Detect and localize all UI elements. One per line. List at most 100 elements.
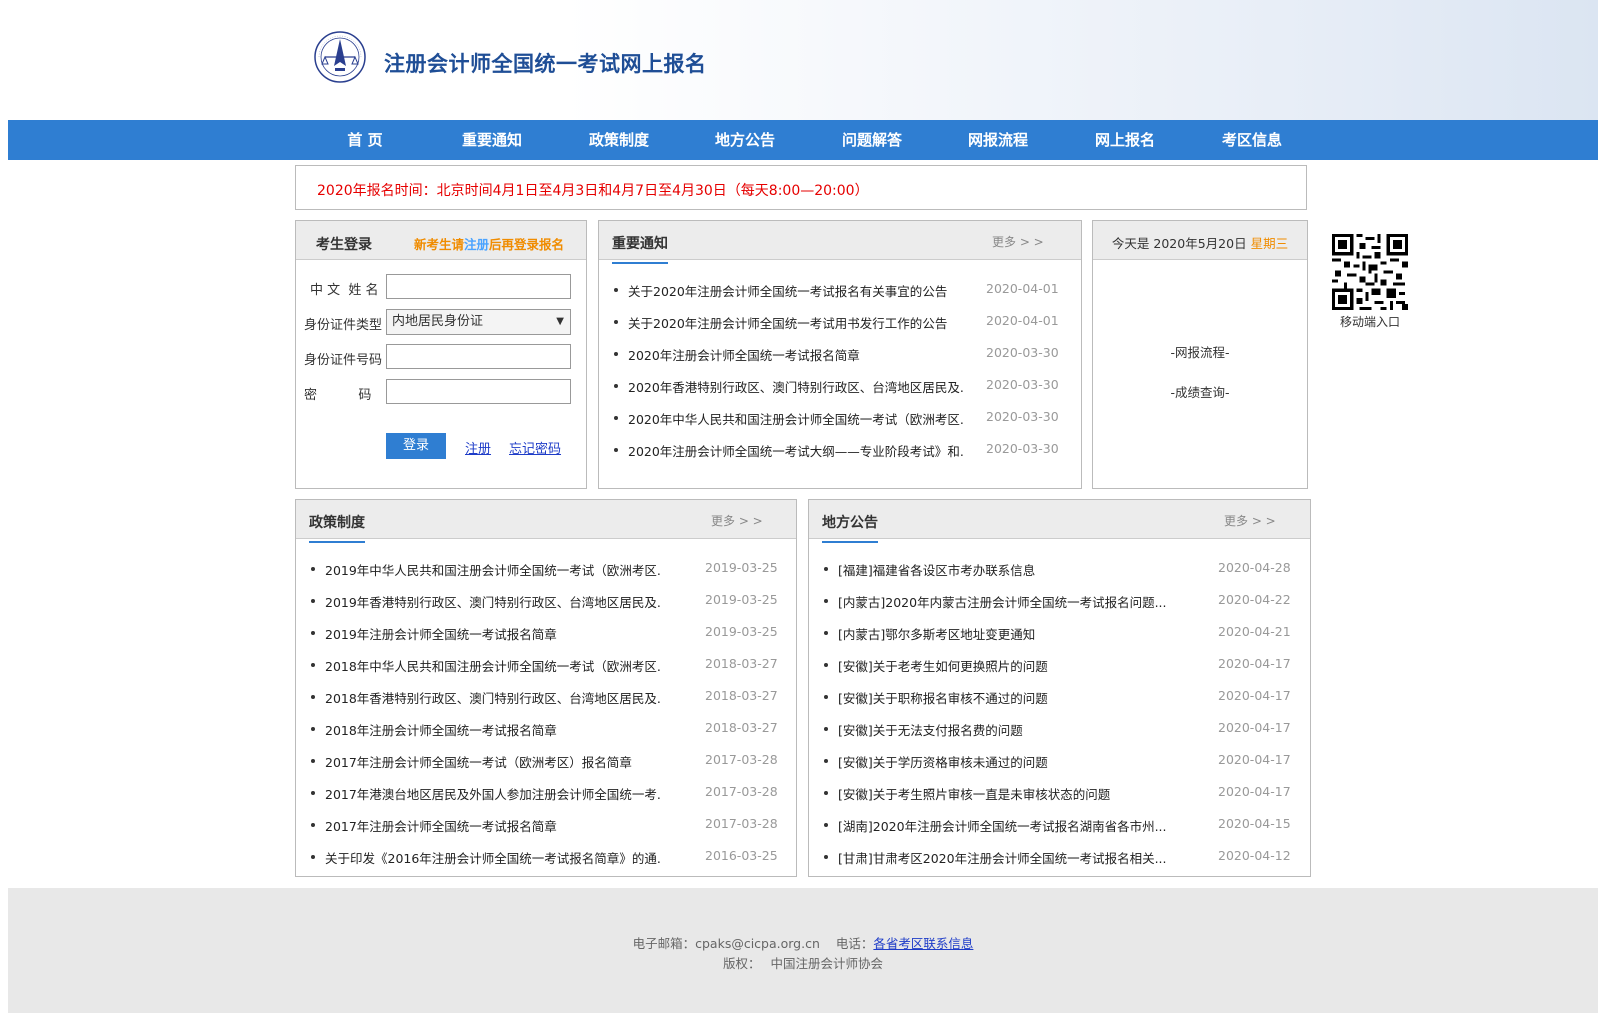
login-button[interactable]: 登录 — [386, 433, 446, 459]
login-panel: 考生登录 新考生请注册后再登录报名 中 文 姓 名 身份证件类型 内地居民身份证… — [295, 220, 587, 489]
bullet-icon — [614, 320, 618, 324]
important-notice-header: 重要通知 更多 > > — [599, 221, 1081, 264]
list-item-date: 2020-03-30 — [986, 409, 1059, 424]
local-notice-title: 地方公告 — [822, 512, 878, 543]
policy-panel: 政策制度 更多 > > 2019年中华人民共和国注册会计师全国统一考试（欧洲考区… — [295, 499, 797, 877]
bullet-icon — [824, 759, 828, 763]
nav-exam-area[interactable]: 考区信息 — [1192, 120, 1312, 160]
list-item[interactable]: 关于2020年注册会计师全国统一考试用书发行工作的公告 2020-04-01 — [599, 313, 1081, 333]
score-query-link[interactable]: -成绩查询- — [1093, 382, 1307, 401]
list-item-title[interactable]: 关于2020年注册会计师全国统一考试用书发行工作的公告 — [628, 313, 964, 332]
list-item[interactable]: 2019年注册会计师全国统一考试报名简章 2019-03-25 — [296, 624, 796, 644]
register-link[interactable]: 注册 — [465, 438, 491, 457]
bullet-icon — [311, 631, 315, 635]
list-item[interactable]: 2018年香港特别行政区、澳门特别行政区、台湾地区居民及... 2018-03-2… — [296, 688, 796, 708]
list-item-title[interactable]: 2019年香港特别行政区、澳门特别行政区、台湾地区居民及... — [325, 592, 661, 611]
list-item-title[interactable]: 2018年注册会计师全国统一考试报名简章 — [325, 720, 661, 739]
password-input[interactable] — [386, 379, 571, 404]
list-item[interactable]: 关于印发《2016年注册会计师全国统一考试报名简章》的通... 2016-03-2… — [296, 848, 796, 868]
nav-policy[interactable]: 政策制度 — [559, 120, 679, 160]
list-item[interactable]: [安徽]关于考生照片审核一直是未审核状态的问题 2020-04-17 — [809, 784, 1310, 804]
list-item-date: 2020-04-01 — [986, 313, 1059, 328]
list-item-title[interactable]: 2020年注册会计师全国统一考试报名简章 — [628, 345, 964, 364]
list-item-title[interactable]: [安徽]关于无法支付报名费的问题 — [838, 720, 1174, 739]
list-item-title[interactable]: [福建]福建省各设区市考办联系信息 — [838, 560, 1174, 579]
bullet-icon — [311, 823, 315, 827]
list-item-date: 2020-04-15 — [1218, 816, 1291, 831]
list-item-date: 2020-04-17 — [1218, 720, 1291, 735]
list-item-title[interactable]: 2017年港澳台地区居民及外国人参加注册会计师全国统一考... — [325, 784, 661, 803]
email-label: 电子邮箱： — [632, 936, 696, 951]
forgot-password-link[interactable]: 忘记密码 — [509, 438, 561, 457]
nav-process[interactable]: 网报流程 — [938, 120, 1058, 160]
list-item-date: 2019-03-25 — [705, 592, 778, 607]
list-item-title[interactable]: 关于2020年注册会计师全国统一考试报名有关事宜的公告 — [628, 281, 964, 300]
list-item[interactable]: 2020年注册会计师全国统一考试大纲——专业阶段考试》和... 2020-03-3… — [599, 441, 1081, 461]
login-hint-register-link[interactable]: 注册 — [464, 237, 489, 252]
nav-online-register[interactable]: 网上报名 — [1065, 120, 1185, 160]
list-item[interactable]: 2020年香港特别行政区、澳门特别行政区、台湾地区居民及... 2020-03-3… — [599, 377, 1081, 397]
list-item[interactable]: 2020年注册会计师全国统一考试报名简章 2020-03-30 — [599, 345, 1081, 365]
name-input[interactable] — [386, 274, 571, 299]
bullet-icon — [614, 384, 618, 388]
list-item-title[interactable]: 2020年香港特别行政区、澳门特别行政区、台湾地区居民及... — [628, 377, 964, 396]
list-item-title[interactable]: [甘肃]甘肃考区2020年注册会计师全国统一考试报名相关... — [838, 848, 1174, 867]
bullet-icon — [614, 352, 618, 356]
contact-info-link[interactable]: 各省考区联系信息 — [873, 936, 973, 951]
nav-faq[interactable]: 问题解答 — [812, 120, 932, 160]
list-item-title[interactable]: 2019年中华人民共和国注册会计师全国统一考试（欧洲考区... — [325, 560, 661, 579]
policy-more-link[interactable]: 更多 > > — [711, 512, 763, 529]
important-notice-more-link[interactable]: 更多 > > — [992, 233, 1044, 250]
list-item-title[interactable]: 2019年注册会计师全国统一考试报名简章 — [325, 624, 661, 643]
list-item-title[interactable]: 2020年中华人民共和国注册会计师全国统一考试（欧洲考区... — [628, 409, 964, 428]
list-item-title[interactable]: [安徽]关于考生照片审核一直是未审核状态的问题 — [838, 784, 1174, 803]
list-item[interactable]: 2018年注册会计师全国统一考试报名简章 2018-03-27 — [296, 720, 796, 740]
list-item-title[interactable]: [安徽]关于老考生如何更换照片的问题 — [838, 656, 1174, 675]
list-item-title[interactable]: 2017年注册会计师全国统一考试报名简章 — [325, 816, 661, 835]
list-item[interactable]: [内蒙古]2020年内蒙古注册会计师全国统一考试报名问题... 2020-04-2… — [809, 592, 1310, 612]
list-item[interactable]: 关于2020年注册会计师全国统一考试报名有关事宜的公告 2020-04-01 — [599, 281, 1081, 301]
list-item[interactable]: 2017年注册会计师全国统一考试报名简章 2017-03-28 — [296, 816, 796, 836]
id-number-input[interactable] — [386, 344, 571, 369]
list-item[interactable]: 2019年香港特别行政区、澳门特别行政区、台湾地区居民及... 2019-03-2… — [296, 592, 796, 612]
list-item-title[interactable]: 2018年中华人民共和国注册会计师全国统一考试（欧洲考区... — [325, 656, 661, 675]
list-item[interactable]: 2019年中华人民共和国注册会计师全国统一考试（欧洲考区... 2019-03-2… — [296, 560, 796, 580]
list-item[interactable]: [内蒙古]鄂尔多斯考区地址变更通知 2020-04-21 — [809, 624, 1310, 644]
list-item-title[interactable]: 2020年注册会计师全国统一考试大纲——专业阶段考试》和... — [628, 441, 964, 460]
today-date: 今天是 2020年5月20日 星期三 — [1093, 233, 1307, 252]
local-notice-more-link[interactable]: 更多 > > — [1224, 512, 1276, 529]
nav-important-notice[interactable]: 重要通知 — [432, 120, 552, 160]
list-item-date: 2018-03-27 — [705, 688, 778, 703]
today-date-text: 今天是 2020年5月20日 — [1111, 236, 1247, 251]
list-item[interactable]: 2018年中华人民共和国注册会计师全国统一考试（欧洲考区... 2018-03-2… — [296, 656, 796, 676]
list-item[interactable]: 2020年中华人民共和国注册会计师全国统一考试（欧洲考区... 2020-03-3… — [599, 409, 1081, 429]
nav-local-notice[interactable]: 地方公告 — [685, 120, 805, 160]
list-item-title[interactable]: [安徽]关于职称报名审核不通过的问题 — [838, 688, 1174, 707]
process-link[interactable]: -网报流程- — [1093, 342, 1307, 361]
list-item[interactable]: [福建]福建省各设区市考办联系信息 2020-04-28 — [809, 560, 1310, 580]
qr-code-icon[interactable] — [1332, 234, 1408, 310]
list-item[interactable]: [安徽]关于无法支付报名费的问题 2020-04-17 — [809, 720, 1310, 740]
list-item-title[interactable]: [内蒙古]2020年内蒙古注册会计师全国统一考试报名问题... — [838, 592, 1174, 611]
list-item-title[interactable]: 关于印发《2016年注册会计师全国统一考试报名简章》的通... — [325, 848, 661, 867]
id-type-value: 内地居民身份证 — [392, 314, 484, 329]
list-item-title[interactable]: [湖南]2020年注册会计师全国统一考试报名湖南省各市州... — [838, 816, 1174, 835]
list-item[interactable]: [安徽]关于职称报名审核不通过的问题 2020-04-17 — [809, 688, 1310, 708]
list-item-title[interactable]: [内蒙古]鄂尔多斯考区地址变更通知 — [838, 624, 1174, 643]
nav-home[interactable]: 首 页 — [305, 120, 425, 160]
chevron-down-icon: ▼ — [556, 316, 564, 327]
list-item[interactable]: 2017年港澳台地区居民及外国人参加注册会计师全国统一考... 2017-03-2… — [296, 784, 796, 804]
login-hint: 新考生请注册后再登录报名 — [414, 234, 564, 253]
id-type-select[interactable]: 内地居民身份证 ▼ — [386, 309, 571, 335]
list-item-title[interactable]: [安徽]关于学历资格审核未通过的问题 — [838, 752, 1174, 771]
list-item[interactable]: [甘肃]甘肃考区2020年注册会计师全国统一考试报名相关... 2020-04-1… — [809, 848, 1310, 868]
list-item-date: 2020-04-21 — [1218, 624, 1291, 639]
list-item[interactable]: 2017年注册会计师全国统一考试（欧洲考区）报名简章 2017-03-28 — [296, 752, 796, 772]
list-item-title[interactable]: 2017年注册会计师全国统一考试（欧洲考区）报名简章 — [325, 752, 661, 771]
list-item-title[interactable]: 2018年香港特别行政区、澳门特别行政区、台湾地区居民及... — [325, 688, 661, 707]
list-item[interactable]: [湖南]2020年注册会计师全国统一考试报名湖南省各市州... 2020-04-1… — [809, 816, 1310, 836]
list-item[interactable]: [安徽]关于学历资格审核未通过的问题 2020-04-17 — [809, 752, 1310, 772]
cicpa-logo-icon — [313, 30, 367, 84]
list-item[interactable]: [安徽]关于老考生如何更换照片的问题 2020-04-17 — [809, 656, 1310, 676]
list-item-date: 2020-04-12 — [1218, 848, 1291, 863]
